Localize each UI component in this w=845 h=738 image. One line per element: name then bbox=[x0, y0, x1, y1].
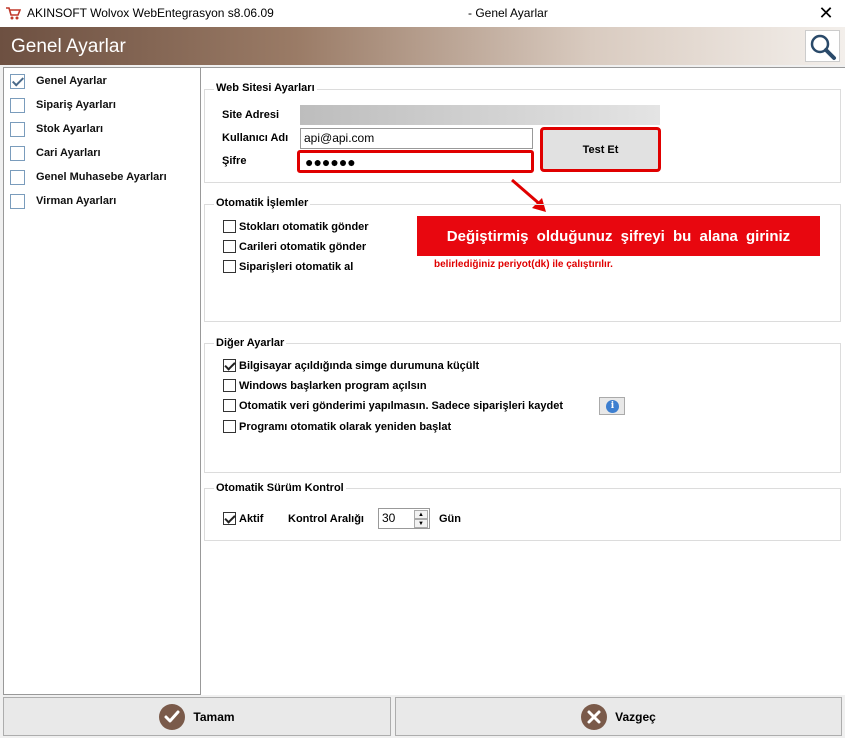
site-address-field[interactable] bbox=[300, 105, 660, 125]
minimize-on-start-checkbox[interactable] bbox=[223, 359, 236, 372]
sidebar-item-siparis-ayarlari[interactable]: Sipariş Ayarları bbox=[10, 96, 116, 114]
start-with-windows-checkbox[interactable] bbox=[223, 379, 236, 392]
sidebar-item-cari-ayarlari[interactable]: Cari Ayarları bbox=[10, 144, 101, 162]
web-settings-title: Web Sitesi Ayarları bbox=[214, 82, 317, 94]
username-label: Kullanıcı Adı bbox=[222, 132, 289, 144]
checkbox-label: Otomatik veri gönderimi yapılmasın. Sade… bbox=[239, 399, 564, 412]
auto-send-accounts-row[interactable]: Carileri otomatik gönder bbox=[223, 240, 366, 253]
sidebar-item-label: Cari Ayarları bbox=[36, 147, 101, 159]
interval-label: Kontrol Aralığı bbox=[288, 513, 364, 525]
interval-value: 30 bbox=[382, 511, 396, 525]
sidebar-item-label: Stok Ayarları bbox=[36, 123, 104, 135]
site-address-label: Site Adresi bbox=[222, 109, 280, 121]
spin-up-icon[interactable]: ▲ bbox=[414, 510, 428, 519]
cancel-label: Vazgeç bbox=[615, 709, 656, 724]
sidebar-checkbox[interactable] bbox=[10, 169, 25, 185]
version-check-title: Otomatik Sürüm Kontrol bbox=[214, 482, 346, 494]
other-settings-title: Diğer Ayarlar bbox=[214, 337, 287, 349]
password-hint-callout: Değiştirmiş olduğunuz şifreyi bu alana g… bbox=[417, 216, 820, 256]
sidebar-item-label: Virman Ayarları bbox=[36, 195, 117, 207]
search-icon bbox=[810, 34, 836, 60]
sidebar-item-label: Sipariş Ayarları bbox=[36, 99, 116, 111]
version-active-row[interactable]: Aktif bbox=[223, 512, 263, 525]
auto-send-accounts-checkbox[interactable] bbox=[223, 240, 236, 253]
close-icon[interactable]: ✕ bbox=[815, 3, 837, 23]
checkbox-label: Siparişleri otomatik al bbox=[239, 260, 354, 273]
test-button[interactable]: Test Et bbox=[540, 127, 661, 172]
auto-process-title: Otomatik İşlemler bbox=[214, 197, 311, 209]
no-auto-send-row[interactable]: Otomatik veri gönderimi yapılmasın. Sade… bbox=[223, 399, 563, 412]
start-with-windows-row[interactable]: Windows başlarken program açılsın bbox=[223, 379, 427, 392]
checkbox-label: Aktif bbox=[239, 512, 264, 525]
password-label: Şifre bbox=[222, 155, 247, 167]
interval-unit: Gün bbox=[439, 513, 461, 525]
auto-send-stock-checkbox[interactable] bbox=[223, 220, 236, 233]
sidebar-item-stok-ayarlari[interactable]: Stok Ayarları bbox=[10, 120, 103, 138]
sidebar-checkbox[interactable] bbox=[10, 145, 25, 161]
checkbox-label: Carileri otomatik gönder bbox=[239, 240, 367, 253]
info-icon: i bbox=[606, 400, 619, 413]
settings-sidebar: Genel Ayarlar Sipariş Ayarları Stok Ayar… bbox=[3, 67, 201, 695]
no-auto-send-checkbox[interactable] bbox=[223, 399, 236, 412]
sidebar-item-label: Genel Muhasebe Ayarları bbox=[36, 171, 167, 183]
auto-restart-row[interactable]: Programı otomatik olarak yeniden başlat bbox=[223, 420, 451, 433]
interval-stepper[interactable]: 30 ▲ ▼ bbox=[378, 508, 430, 529]
ok-label: Tamam bbox=[193, 709, 235, 724]
sidebar-item-genel-muhasebe-ayarlari[interactable]: Genel Muhasebe Ayarları bbox=[10, 168, 167, 186]
app-icon bbox=[6, 7, 21, 20]
sidebar-checkbox[interactable] bbox=[10, 193, 25, 209]
cancel-icon bbox=[581, 703, 608, 730]
checkbox-label: Programı otomatik olarak yeniden başlat bbox=[239, 420, 452, 433]
search-button[interactable] bbox=[805, 30, 840, 62]
check-icon bbox=[159, 703, 186, 730]
page-title: Genel Ayarlar bbox=[11, 36, 126, 57]
sidebar-item-label: Genel Ayarlar bbox=[36, 75, 107, 87]
page-header: Genel Ayarlar bbox=[0, 27, 845, 65]
auto-restart-checkbox[interactable] bbox=[223, 420, 236, 433]
version-active-checkbox[interactable] bbox=[223, 512, 236, 525]
cancel-button[interactable]: Vazgeç bbox=[395, 697, 842, 736]
sidebar-checkbox[interactable] bbox=[10, 73, 25, 89]
info-button[interactable]: i bbox=[599, 397, 625, 415]
app-title: AKINSOFT Wolvox WebEntegrasyon s8.06.09 bbox=[27, 6, 274, 20]
checkbox-label: Bilgisayar açıldığında simge durumuna kü… bbox=[239, 359, 480, 372]
title-bar: AKINSOFT Wolvox WebEntegrasyon s8.06.09 … bbox=[0, 0, 845, 27]
password-input[interactable]: ●●●●●● bbox=[297, 150, 534, 173]
sidebar-item-genel-ayarlar[interactable]: Genel Ayarlar bbox=[10, 72, 107, 90]
minimize-on-start-row[interactable]: Bilgisayar açıldığında simge durumuna kü… bbox=[223, 359, 479, 372]
checkbox-label: Stokları otomatik gönder bbox=[239, 220, 369, 233]
spin-down-icon[interactable]: ▼ bbox=[414, 519, 428, 528]
sidebar-item-virman-ayarlari[interactable]: Virman Ayarları bbox=[10, 192, 116, 210]
username-input[interactable]: api@api.com bbox=[300, 128, 533, 149]
period-note: belirlediğiniz periyot(dk) ile çalıştırı… bbox=[434, 259, 613, 270]
sidebar-checkbox[interactable] bbox=[10, 97, 25, 113]
checkbox-label: Windows başlarken program açılsın bbox=[239, 379, 427, 392]
sidebar-checkbox[interactable] bbox=[10, 121, 25, 137]
password-value: ●●●●●● bbox=[305, 154, 356, 170]
window-title: - Genel Ayarlar bbox=[468, 6, 548, 20]
auto-send-stock-row[interactable]: Stokları otomatik gönder bbox=[223, 220, 369, 233]
auto-receive-orders-row[interactable]: Siparişleri otomatik al bbox=[223, 260, 353, 273]
auto-receive-orders-checkbox[interactable] bbox=[223, 260, 236, 273]
ok-button[interactable]: Tamam bbox=[3, 697, 391, 736]
